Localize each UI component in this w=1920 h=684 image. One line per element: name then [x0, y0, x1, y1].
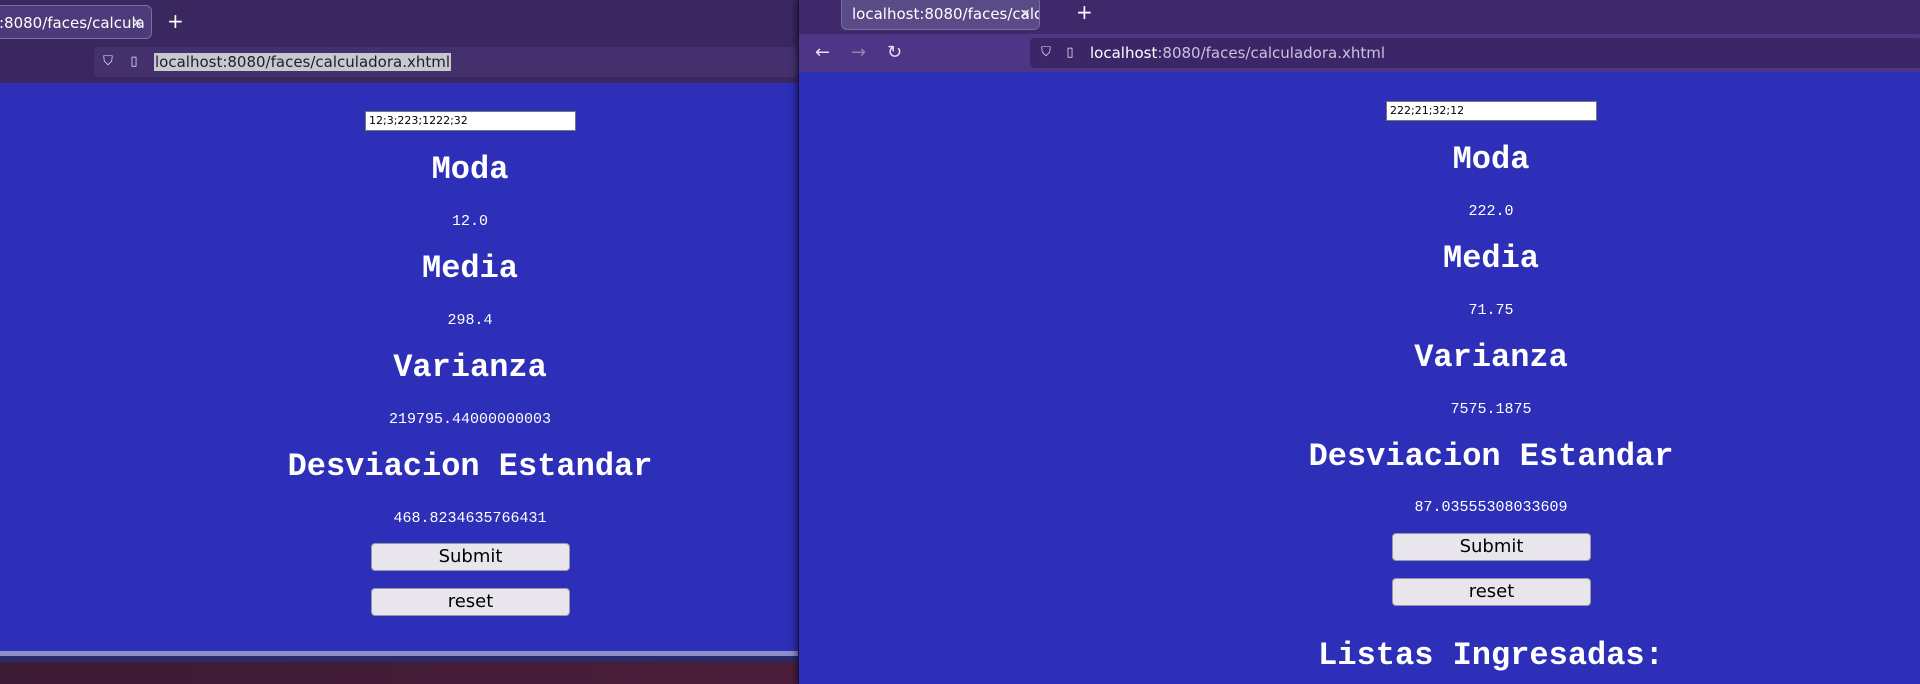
desviacion-heading: Desviacion Estandar [287, 448, 653, 485]
tab-calculadora[interactable]: localhost:8080/faces/calcula × [841, 0, 1040, 30]
url-text[interactable]: localhost:8080/faces/calculadora.xhtml [154, 53, 452, 71]
close-tab-icon[interactable]: × [131, 6, 143, 38]
back-arrow-icon[interactable]: ← [815, 43, 830, 63]
desviacion-value: 468.8234635766431 [393, 510, 547, 527]
moda-value: 222.0 [1468, 203, 1514, 220]
tab-calculadora[interactable]: :8080/faces/calcula × [0, 5, 152, 39]
media-heading: Media [1442, 240, 1539, 277]
desviacion-value: 87.03555308033609 [1414, 499, 1568, 516]
forward-arrow-icon[interactable]: → [851, 43, 866, 63]
reset-button[interactable]: reset [1392, 578, 1591, 606]
numbers-input[interactable]: 222;21;32;12 [1386, 101, 1597, 121]
browser-window-right: localhost:8080/faces/calcula × + ← → ↻ ⛉… [798, 0, 1920, 684]
url-host: localhost [1090, 44, 1158, 62]
desviacion-heading: Desviacion Estandar [1308, 438, 1674, 475]
url-path: :8080/faces/calculadora.xhtml [1157, 44, 1386, 62]
close-tab-icon[interactable]: × [1019, 0, 1031, 29]
nav-bar: ← → ↻ ⛉ ▯ localhost:8080/faces/calculado… [799, 34, 1920, 72]
tab-strip: localhost:8080/faces/calcula × + [799, 0, 1920, 34]
submit-button[interactable]: Submit [1392, 533, 1591, 561]
browser-window-left: :8080/faces/calcula × + ⛉ ▯ localhost:80… [0, 0, 798, 662]
url-text[interactable]: localhost:8080/faces/calculadora.xhtml [1090, 38, 1385, 68]
new-tab-icon[interactable]: + [167, 11, 184, 31]
reset-button[interactable]: reset [371, 588, 570, 616]
submit-button[interactable]: Submit [371, 543, 570, 571]
tab-title: localhost:8080/faces/calcula [852, 5, 1039, 23]
moda-value: 12.0 [451, 213, 488, 230]
moda-heading: Moda [431, 151, 509, 188]
media-value: 71.75 [1468, 302, 1514, 319]
url-bar[interactable]: ⛉ ▯ localhost:8080/faces/calculadora.xht… [1030, 38, 1920, 68]
media-value: 298.4 [447, 312, 493, 329]
new-tab-icon[interactable]: + [1076, 2, 1093, 22]
tab-strip: :8080/faces/calcula × + [0, 0, 798, 44]
page-icon: ▯ [1066, 45, 1074, 60]
varianza-heading: Varianza [1414, 339, 1568, 376]
listas-heading: Listas Ingresadas: [1318, 637, 1664, 674]
reload-icon[interactable]: ↻ [887, 43, 902, 63]
media-heading: Media [421, 250, 518, 287]
shield-icon[interactable]: ⛉ [1038, 38, 1054, 68]
shield-icon[interactable]: ⛉ [100, 47, 116, 77]
window-bottom-shadow [0, 656, 798, 662]
varianza-value: 219795.44000000003 [388, 411, 552, 428]
numbers-input[interactable]: 12;3;223;1222;32 [365, 111, 576, 131]
tab-title: :8080/faces/calcula [0, 14, 145, 32]
nav-bar: ⛉ ▯ localhost:8080/faces/calculadora.xht… [0, 44, 798, 83]
calculator-page: 222;21;32;12 Moda 222.0 Media 71.75 Vari… [799, 72, 1920, 684]
url-bar[interactable]: ⛉ ▯ localhost:8080/faces/calculadora.xht… [94, 47, 798, 77]
calculator-page: 12;3;223;1222;32 Moda 12.0 Media 298.4 V… [0, 83, 798, 662]
varianza-heading: Varianza [393, 349, 547, 386]
moda-heading: Moda [1452, 141, 1530, 178]
page-icon: ▯ [130, 54, 138, 69]
varianza-value: 7575.1875 [1450, 401, 1532, 418]
